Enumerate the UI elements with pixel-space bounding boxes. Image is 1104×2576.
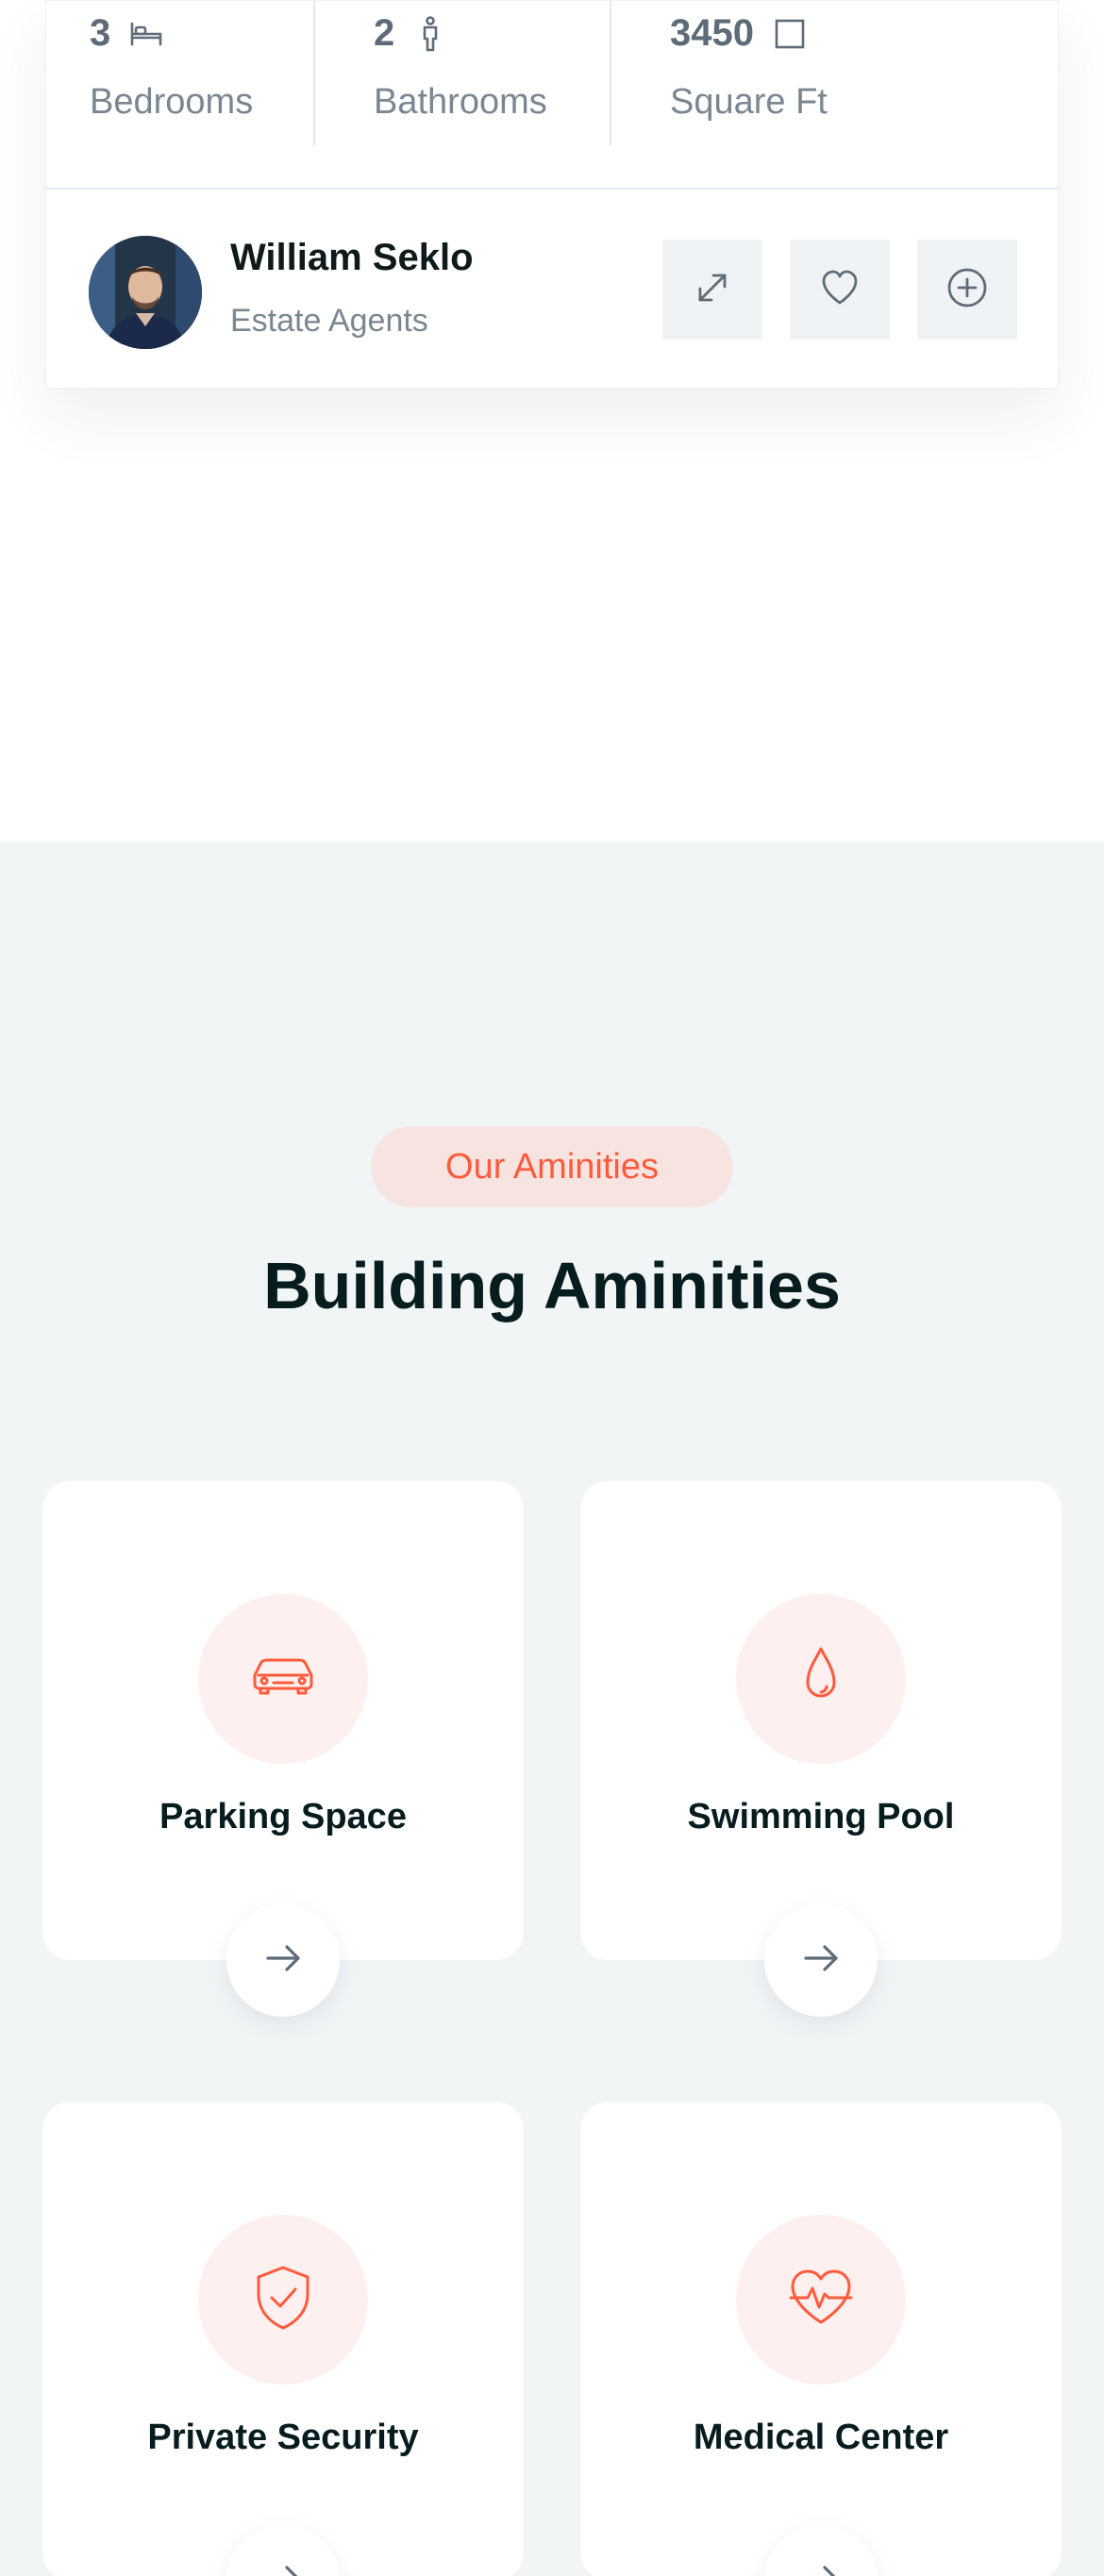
amenity-icon-circle: [198, 2215, 368, 2385]
amenity-icon-circle: [736, 1594, 906, 1764]
square-icon: [771, 15, 809, 53]
section-subtitle: Our Aminities: [371, 1126, 733, 1207]
stat-label: Square Ft: [670, 82, 828, 122]
amenity-title: Parking Space: [159, 1797, 407, 1836]
section-title: Building Aminities: [263, 1249, 841, 1322]
amenity-title: Medical Center: [693, 2418, 949, 2457]
amenity-arrow-button[interactable]: [226, 1903, 340, 2017]
arrow-right-icon: [262, 1937, 304, 1984]
bed-icon: [127, 15, 165, 53]
stat-value: 3: [90, 12, 111, 54]
amenity-card-medical-center[interactable]: Medical Center: [580, 2102, 1062, 2576]
person-icon: [411, 15, 449, 53]
arrow-right-icon: [800, 1937, 842, 1984]
arrow-right-icon: [800, 2558, 842, 2576]
agent-name[interactable]: William Seklo: [230, 237, 474, 279]
water-drop-icon: [783, 1639, 859, 1720]
amenity-card-parking[interactable]: Parking Space: [42, 1481, 524, 2017]
amenity-arrow-button[interactable]: [764, 2524, 878, 2576]
amenity-card-swimming-pool[interactable]: Swimming Pool: [580, 1481, 1062, 2017]
add-compare-button[interactable]: [917, 240, 1017, 340]
amenities-section: Our Aminities Building Aminities Parking…: [0, 842, 1104, 2576]
plus-circle-icon: [945, 266, 989, 314]
arrow-right-icon: [262, 2558, 304, 2576]
shield-check-icon: [245, 2260, 321, 2340]
property-stats: 3 Bedrooms 2 Bathrooms 3450 Square Ft: [46, 1, 1058, 190]
amenity-icon-circle: [736, 2215, 906, 2385]
car-icon: [245, 1639, 321, 1720]
stat-divider: [610, 1, 611, 145]
heart-icon: [818, 266, 861, 314]
agent-role: Estate Agents: [230, 303, 428, 339]
amenity-arrow-button[interactable]: [226, 2524, 340, 2576]
agent-row: William Seklo Estate Agents: [46, 191, 1058, 390]
heart-pulse-icon: [783, 2260, 859, 2340]
amenity-icon-circle: [198, 1594, 368, 1764]
amenity-title: Swimming Pool: [687, 1797, 955, 1836]
amenity-arrow-button[interactable]: [764, 1903, 878, 2017]
stat-value: 2: [374, 12, 395, 54]
stat-value: 3450: [670, 12, 754, 54]
amenity-card-private-security[interactable]: Private Security: [42, 2102, 524, 2576]
stat-label: Bathrooms: [374, 82, 547, 122]
agent-avatar[interactable]: [89, 236, 202, 349]
stat-divider: [313, 1, 315, 145]
property-card: 3 Bedrooms 2 Bathrooms 3450 Square Ft Wi…: [45, 0, 1059, 389]
stat-label: Bedrooms: [90, 82, 254, 122]
expand-icon: [693, 268, 732, 312]
amenity-title: Private Security: [147, 2418, 419, 2457]
expand-button[interactable]: [662, 240, 762, 340]
favorite-button[interactable]: [790, 240, 890, 340]
